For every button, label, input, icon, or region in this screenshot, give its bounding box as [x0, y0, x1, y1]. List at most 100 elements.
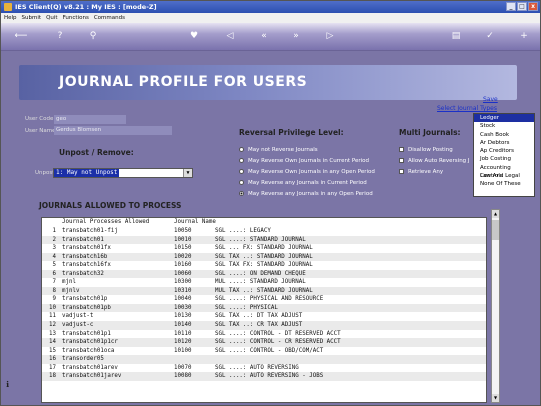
minimize-button[interactable]: _: [506, 2, 516, 11]
column-header: Journal Processes Allowed: [62, 219, 150, 225]
info-icon[interactable]: ℹ: [6, 380, 12, 390]
checkbox[interactable]: [399, 158, 404, 163]
multi-option[interactable]: Allow Auto Reversing J: [399, 158, 470, 164]
menu-quit[interactable]: Quit: [46, 13, 58, 23]
back-arrow-icon[interactable]: ⟵: [11, 31, 31, 41]
table-cell: 18: [49, 373, 56, 380]
checkbox[interactable]: [399, 169, 404, 174]
user-code-label: User Code: [25, 116, 54, 122]
radio-button[interactable]: [239, 169, 244, 174]
journal-type-item[interactable]: Ledger: [474, 114, 534, 123]
table-row[interactable]: 7 mjnl 10300 MUL ....: STANDARD JOURNAL: [42, 278, 486, 287]
table-cell: 13: [49, 330, 56, 337]
journal-type-item[interactable]: Stock: [474, 122, 534, 130]
menu-functions[interactable]: Functions: [63, 13, 89, 23]
menu-help[interactable]: Help: [4, 13, 17, 23]
table-cell: SGL ....: LEGACY: [215, 228, 271, 234]
table-cell: 15: [49, 347, 56, 354]
close-button[interactable]: x: [528, 2, 538, 11]
journal-type-item[interactable]: Cash Book: [474, 131, 534, 139]
table-row[interactable]: 18 transbatch01jarev 10080 SGL ....: AUTO R…: [42, 372, 486, 381]
table-row[interactable]: 17 transbatch01arev 10070 SGL ....: AUTO RE…: [42, 364, 486, 373]
chevron-down-icon[interactable]: ▼: [183, 169, 192, 177]
table-cell: MUL TAX ..: STANDARD JOURNAL: [215, 287, 313, 294]
table-cell: 4: [52, 253, 57, 260]
radio-button[interactable]: [239, 158, 244, 163]
table-row[interactable]: 3 transbatch01fx 10150 SGL ... FX: STANDARD…: [42, 244, 486, 253]
table-row[interactable]: 10 transbatch01pb 10030 SGL ....: PHYSICAL: [42, 303, 486, 313]
multi-option[interactable]: Retrieve Any: [399, 169, 443, 175]
user-name-label: User Name: [25, 128, 56, 134]
table-cell: transbatch16b: [62, 253, 108, 260]
journals-table: Journal Processes Allowed Journal Name 1…: [41, 217, 487, 403]
table-row[interactable]: 8 mjnlv 10310 MUL TAX ..: STANDARD JOURNAL: [42, 286, 486, 296]
table-cell: MUL ....: STANDARD JOURNAL: [215, 279, 306, 286]
table-cell: 2: [52, 236, 57, 243]
journal-type-item[interactable]: Law And Legal: [474, 172, 534, 180]
menu-commands[interactable]: Commands: [94, 13, 125, 23]
rewind-icon[interactable]: ◁: [223, 31, 237, 41]
journal-type-item[interactable]: Job Costing: [474, 155, 534, 163]
table-row[interactable]: 4 transbatch16b 10020 SGL TAX ..: STANDARD …: [42, 252, 486, 262]
column-header: Journal Name: [174, 219, 216, 225]
search-icon[interactable]: ⚲: [86, 31, 100, 41]
journal-type-item[interactable]: Accounting Controls: [474, 164, 534, 179]
journal-type-item[interactable]: None Of These: [474, 180, 534, 188]
user-name-field[interactable]: Gerdus Blomsen: [54, 126, 172, 135]
table-scrollbar[interactable]: ▲ ▼: [491, 209, 500, 403]
table-row[interactable]: 2 transbatch01 10010 SGL ....: STANDARD JOU…: [42, 235, 486, 245]
table-row[interactable]: 6 transbatch32 10060 SGL ....: ON DEMAND CH…: [42, 269, 486, 279]
next-icon[interactable]: »: [289, 31, 303, 41]
table-row[interactable]: 16 transorder05: [42, 355, 486, 364]
heart-icon[interactable]: ♥: [187, 31, 201, 41]
unpost-select[interactable]: 1: May not Unpost ▼: [53, 168, 193, 178]
toolbar: ⟵ ? ⚲ ♥ ◁ « » ▷ ▤ ✓ +: [1, 23, 540, 51]
fast-forward-icon[interactable]: ▷: [323, 31, 337, 41]
radio-button[interactable]: [239, 147, 244, 152]
save-link[interactable]: Save: [483, 96, 498, 103]
journal-type-item[interactable]: Ar Debtors: [474, 139, 534, 147]
journal-type-item[interactable]: Ap Creditors: [474, 147, 534, 155]
reversal-option[interactable]: May Reverse any Journals in Current Peri…: [239, 180, 367, 186]
reversal-option[interactable]: May Reverse any Journals in any Open Per…: [239, 191, 373, 197]
table-row[interactable]: 11 vadjust-t 10130 SGL TAX ..: DT TAX ADJUS…: [42, 312, 486, 321]
scroll-thumb[interactable]: [492, 220, 499, 240]
reversal-option[interactable]: May not Reverse Journals: [239, 147, 318, 153]
table-cell: transbatch01pb: [62, 304, 111, 311]
add-icon[interactable]: +: [517, 31, 531, 41]
table-cell: transbatch01oca: [62, 347, 115, 354]
table-row[interactable]: 15 transbatch01oca 10100 SGL ....: CONTROL …: [42, 347, 486, 356]
table-row[interactable]: 5 transbatch16fx 10160 SGL TAX FX: STANDARD…: [42, 261, 486, 270]
save-icon[interactable]: ▤: [449, 31, 463, 41]
maximize-button[interactable]: □: [517, 2, 527, 11]
table-cell: 10110: [174, 330, 192, 337]
checkbox[interactable]: [399, 147, 404, 152]
help-icon[interactable]: ?: [53, 31, 67, 41]
radio-button-selected[interactable]: [239, 191, 244, 196]
scroll-up-icon[interactable]: ▲: [492, 210, 499, 218]
reversal-option[interactable]: May Reverse Own Journals in any Open Per…: [239, 169, 375, 175]
table-cell: 16: [49, 356, 56, 363]
table-row[interactable]: 12 vadjust-c 10140 SGL TAX ..: CR TAX ADJUS…: [42, 321, 486, 330]
table-cell: 10040: [174, 296, 192, 303]
table-cell: 10160: [174, 262, 192, 269]
table-row[interactable]: 13 transbatch01p1 10110 SGL ....: CONTROL -…: [42, 330, 486, 339]
select-journal-types-link[interactable]: Select Journal Types: [437, 105, 497, 112]
multi-option[interactable]: Disallow Posting: [399, 147, 453, 153]
table-row[interactable]: 1 transbatch01-fij 10050 SGL ....: LEGACY: [42, 227, 486, 236]
radio-button[interactable]: [239, 180, 244, 185]
unpost-selected-value: 1: May not Unpost: [54, 169, 120, 177]
reversal-option[interactable]: May Reverse Own Journals in Current Peri…: [239, 158, 369, 164]
table-row[interactable]: 14 transbatch01p1cr 10120 SGL ....: CONTROL…: [42, 338, 486, 347]
table-row[interactable]: 9 transbatch01p 10040 SGL ....: PHYSICAL AN…: [42, 295, 486, 304]
table-cell: SGL ... FX: STANDARD JOURNAL: [215, 245, 313, 252]
ok-icon[interactable]: ✓: [483, 31, 497, 41]
previous-icon[interactable]: «: [257, 31, 271, 41]
table-cell: 10150: [174, 245, 192, 252]
table-cell: transbatch01p1: [62, 330, 111, 337]
menu-submit[interactable]: Submit: [22, 13, 42, 23]
journal-types-dropdown[interactable]: Ledger Stock Cash Book Ar Debtors Ap Cre…: [473, 113, 535, 197]
table-cell: transorder05: [62, 356, 104, 363]
user-code-field[interactable]: geo: [54, 115, 126, 124]
scroll-down-icon[interactable]: ▼: [492, 394, 499, 402]
